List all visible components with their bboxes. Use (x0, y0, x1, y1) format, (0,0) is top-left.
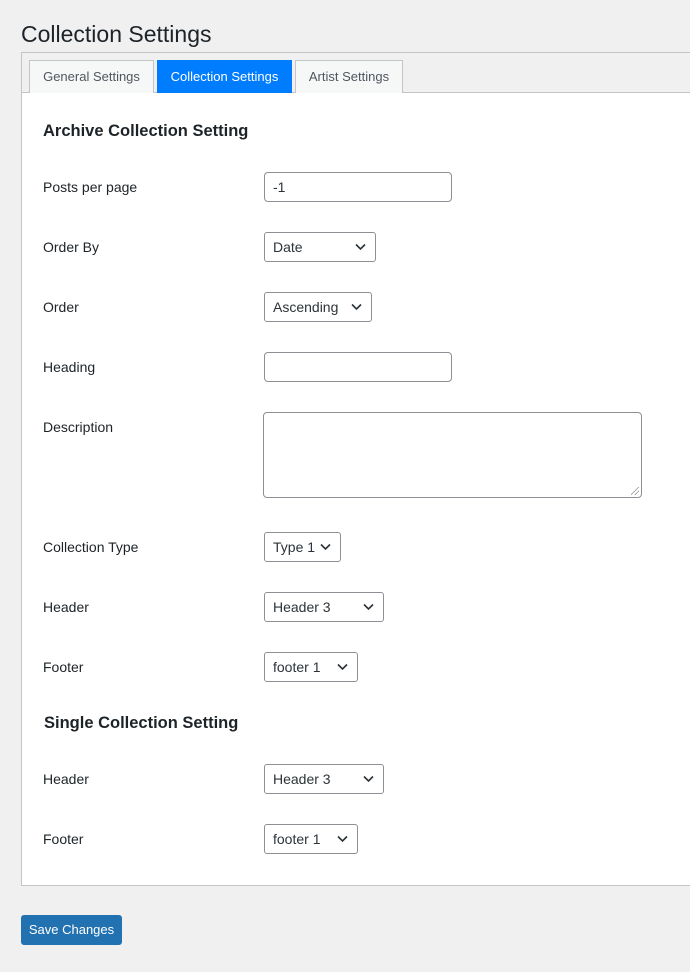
tab-artist-settings[interactable]: Artist Settings (295, 60, 403, 93)
chevron-down-icon (355, 243, 366, 251)
collection-type-label: Collection Type (43, 539, 139, 555)
collection-type-value: Type 1 (273, 539, 316, 555)
chevron-down-icon (337, 663, 348, 671)
order-label: Order (43, 299, 79, 315)
order-by-select[interactable]: Date (264, 232, 376, 262)
save-changes-button[interactable]: Save Changes (21, 915, 122, 945)
collection-type-select[interactable]: Type 1 (264, 532, 341, 562)
chevron-down-icon (363, 603, 374, 611)
single-footer-select[interactable]: footer 1 (264, 824, 358, 854)
tab-bar: General Settings Collection Settings Art… (22, 53, 690, 93)
heading-label: Heading (43, 359, 96, 375)
tab-general-settings[interactable]: General Settings (29, 60, 154, 93)
single-header-label: Header (43, 771, 89, 787)
order-value: Ascending (273, 299, 339, 315)
chevron-down-icon (351, 303, 362, 311)
single-section-heading: Single Collection Setting (44, 714, 239, 732)
page-title: Collection Settings (21, 21, 212, 47)
archive-section-heading: Archive Collection Setting (43, 122, 249, 140)
archive-footer-value: footer 1 (273, 659, 321, 675)
description-textarea[interactable] (263, 412, 642, 498)
posts-per-page-input[interactable]: -1 (264, 172, 452, 202)
archive-header-value: Header 3 (273, 599, 331, 615)
posts-per-page-label: Posts per page (43, 179, 138, 195)
archive-footer-select[interactable]: footer 1 (264, 652, 358, 682)
description-label: Description (43, 419, 114, 435)
order-by-value: Date (273, 239, 303, 255)
heading-input[interactable] (264, 352, 452, 382)
archive-header-label: Header (43, 599, 89, 615)
settings-panel: General Settings Collection Settings Art… (21, 52, 690, 886)
chevron-down-icon (320, 543, 331, 551)
resize-handle-icon[interactable] (631, 487, 639, 495)
single-header-value: Header 3 (273, 771, 331, 787)
order-select[interactable]: Ascending (264, 292, 372, 322)
archive-header-select[interactable]: Header 3 (264, 592, 384, 622)
chevron-down-icon (337, 835, 348, 843)
tab-collection-settings[interactable]: Collection Settings (157, 60, 292, 93)
chevron-down-icon (363, 775, 374, 783)
single-header-select[interactable]: Header 3 (264, 764, 384, 794)
single-footer-label: Footer (43, 831, 84, 847)
archive-footer-label: Footer (43, 659, 84, 675)
order-by-label: Order By (43, 239, 100, 255)
single-footer-value: footer 1 (273, 831, 321, 847)
